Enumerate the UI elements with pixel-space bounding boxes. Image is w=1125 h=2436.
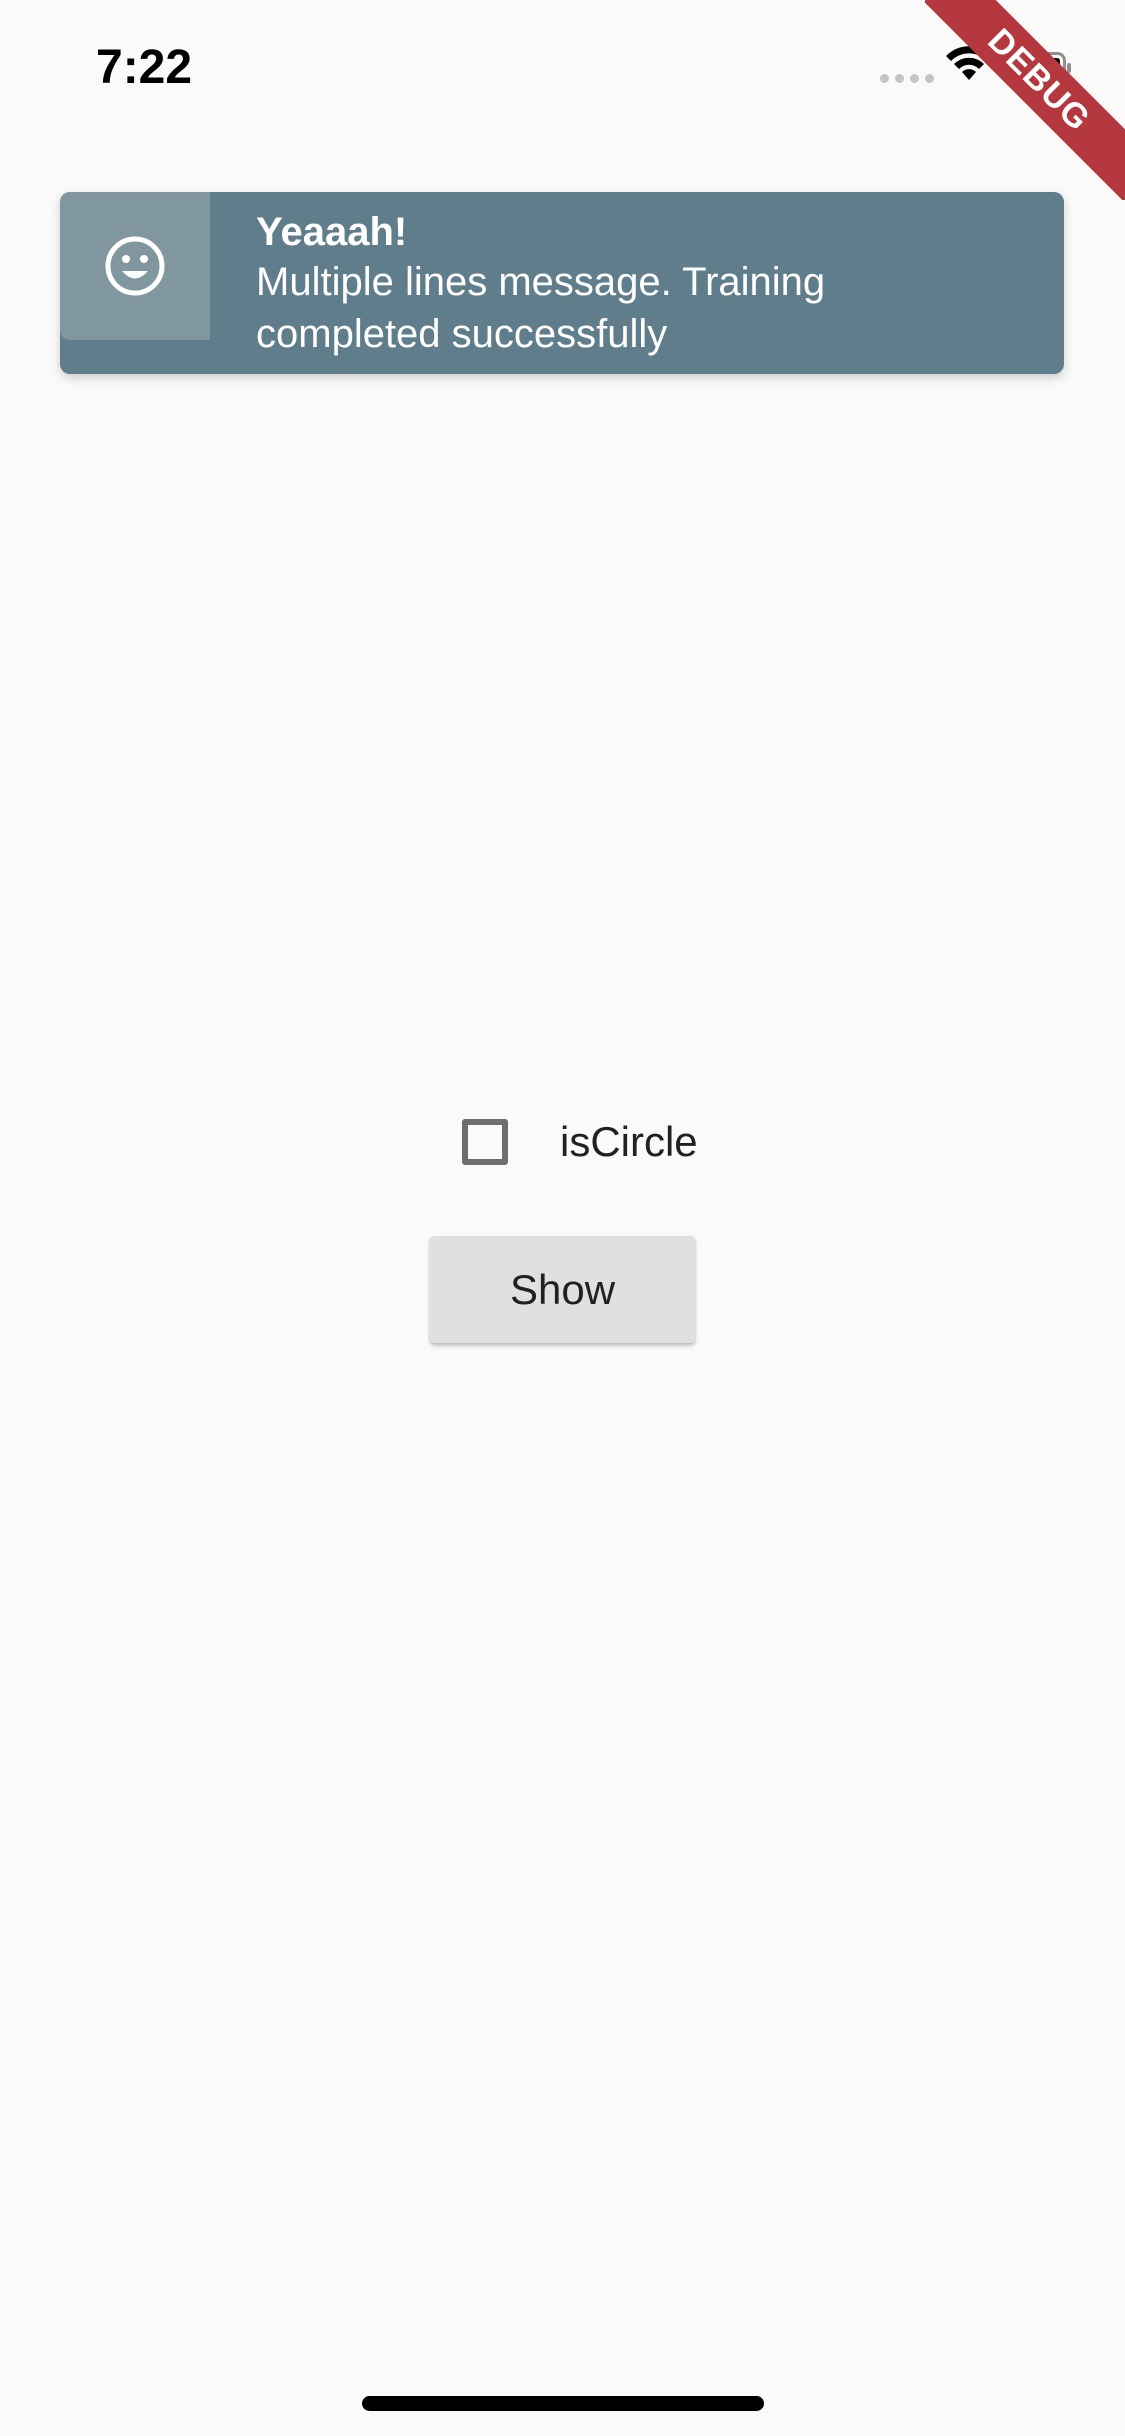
is-circle-checkbox[interactable] [462, 1119, 508, 1165]
show-button[interactable]: Show [430, 1236, 695, 1343]
home-indicator[interactable] [362, 2396, 764, 2411]
is-circle-label: isCircle [560, 1118, 698, 1165]
is-circle-option: isCircle [462, 1118, 698, 1166]
flash-notification[interactable]: Yeaaah! Multiple lines message. Training… [60, 192, 1064, 374]
status-time: 7:22 [96, 41, 193, 94]
flash-icon-container [60, 192, 210, 340]
debug-banner: DEBUG [925, 0, 1125, 200]
smiley-face-icon [105, 236, 165, 296]
debug-label: DEBUG [925, 0, 1125, 200]
flash-message: Multiple lines message. Training complet… [256, 260, 826, 356]
flash-title: Yeaaah! [256, 210, 408, 254]
